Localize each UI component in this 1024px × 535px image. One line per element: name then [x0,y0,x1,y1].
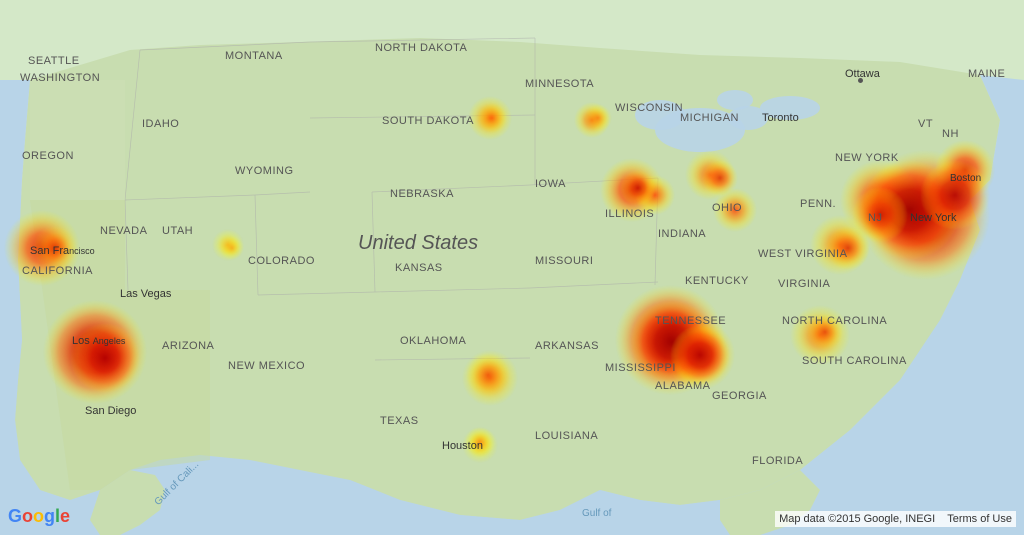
map-data-text: Map data ©2015 Google, INEGI [779,513,935,525]
google-logo: Google [8,506,70,527]
map-container: Seattle WASHINGTON OREGON CALIFORNIA IDA… [0,0,1024,535]
heatmap-overlay [0,0,1024,535]
terms-of-use-link[interactable]: Terms of Use [947,513,1012,525]
map-footer: Map data ©2015 Google, INEGI Terms of Us… [775,511,1016,527]
ottawa-dot [858,78,863,83]
